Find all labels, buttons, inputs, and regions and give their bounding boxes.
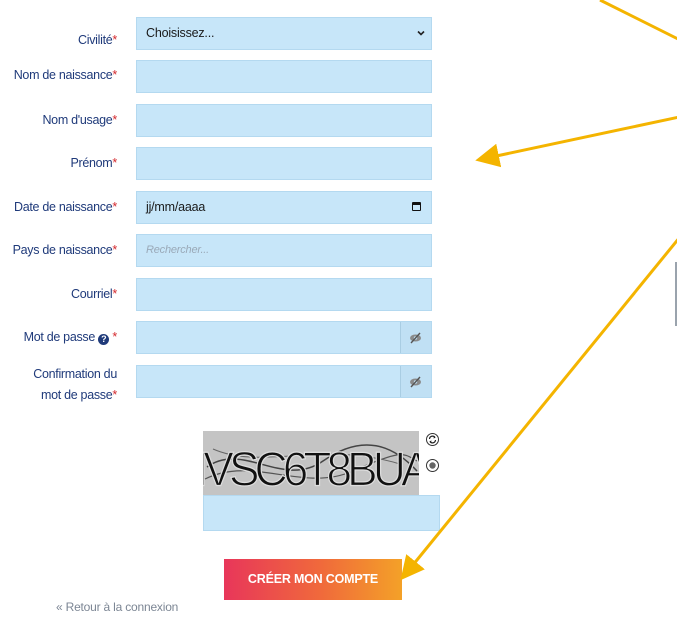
annotation-arrow-submit xyxy=(400,238,677,581)
annotation-arrow-line xyxy=(599,0,677,41)
annotation-arrow-prenom xyxy=(475,115,677,168)
annotation-arrows xyxy=(400,0,677,581)
